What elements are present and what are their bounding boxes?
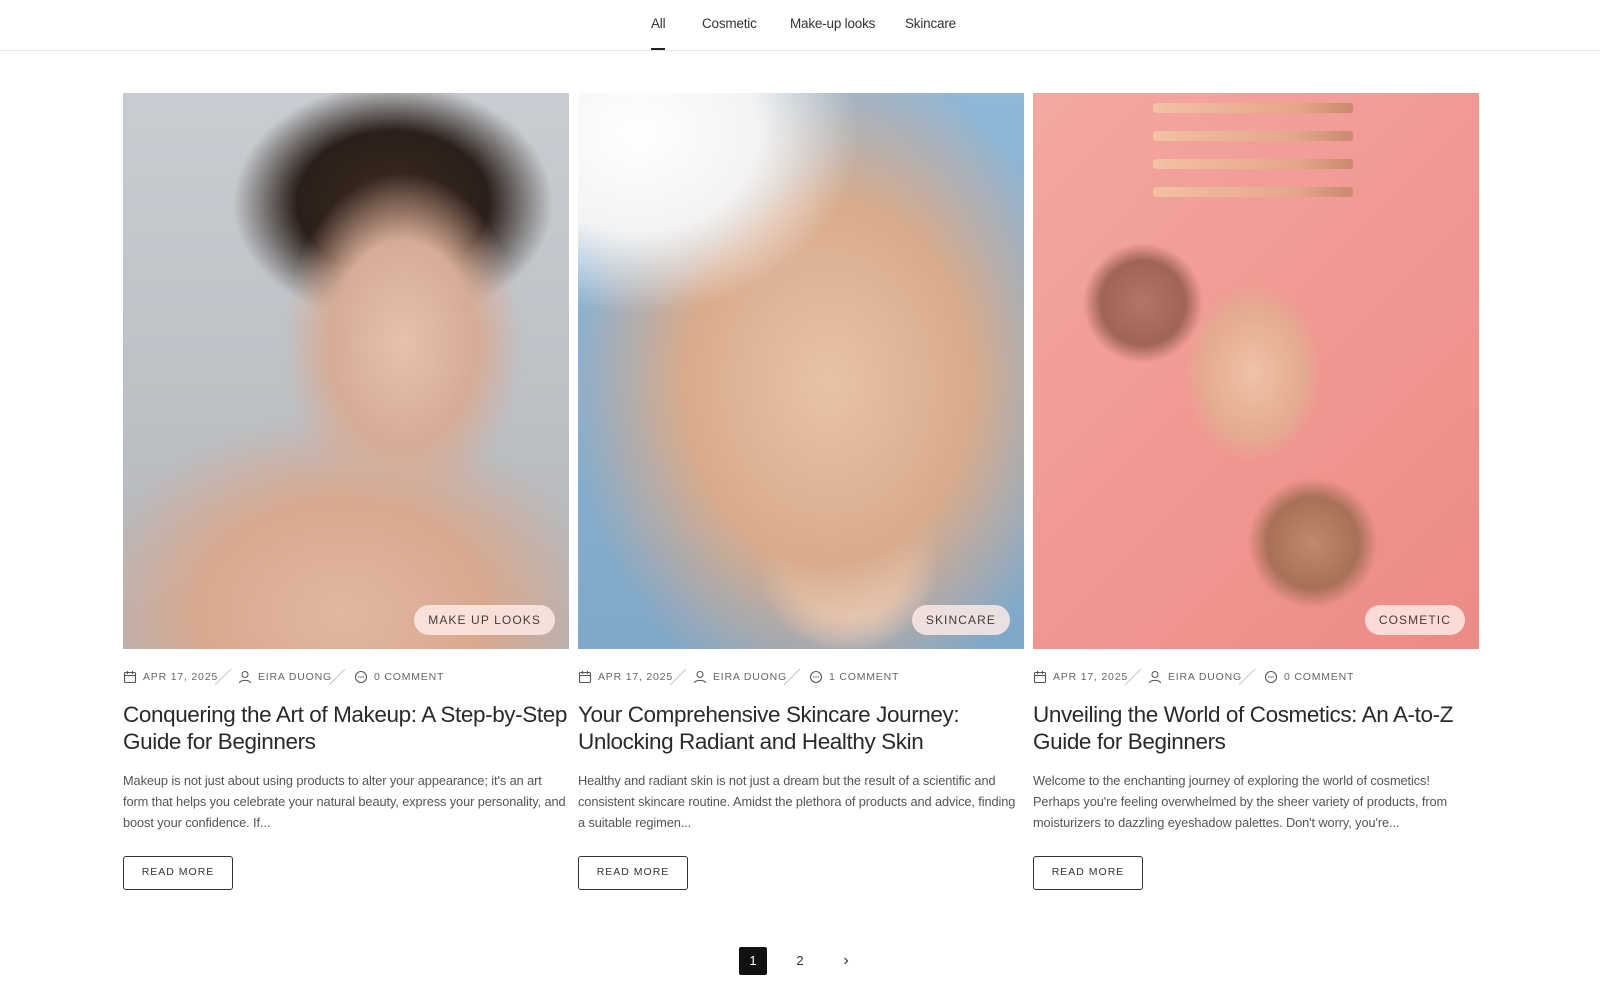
category-badge[interactable]: MAKE UP LOOKS — [414, 605, 555, 635]
read-more-button[interactable]: READ MORE — [578, 856, 688, 890]
post-card: SKINCARE APR 17, 2025 EIRA DUONG 1 COMME… — [578, 93, 1024, 890]
user-icon — [238, 670, 252, 684]
post-title[interactable]: Unveiling the World of Cosmetics: An A-t… — [1033, 701, 1479, 755]
category-badge[interactable]: SKINCARE — [911, 605, 1010, 635]
post-title[interactable]: Conquering the Art of Makeup: A Step-by-… — [123, 701, 569, 755]
lip-liner-shape — [1153, 103, 1353, 113]
post-date: APR 17, 2025 — [598, 671, 673, 683]
meta-divider — [1125, 669, 1141, 685]
meta-divider — [215, 669, 231, 685]
meta-divider — [784, 669, 800, 685]
post-card: MAKE UP LOOKS APR 17, 2025 EIRA DUONG 0 … — [123, 93, 569, 890]
page-2-button[interactable]: 2 — [786, 947, 814, 975]
calendar-icon — [578, 671, 592, 684]
user-icon — [693, 670, 707, 684]
tab-all[interactable]: All — [651, 16, 666, 50]
tab-make-up-looks[interactable]: Make-up looks — [790, 16, 875, 50]
meta-divider — [329, 669, 345, 685]
lip-liner-shape — [1153, 187, 1353, 197]
post-image[interactable]: SKINCARE — [578, 93, 1024, 649]
category-filter-bar: All Cosmetic Make-up looks Skincare — [0, 0, 1600, 51]
tab-skincare[interactable]: Skincare — [905, 16, 956, 50]
post-image[interactable]: MAKE UP LOOKS — [123, 93, 569, 649]
meta-divider — [1239, 669, 1255, 685]
post-date: APR 17, 2025 — [1053, 671, 1128, 683]
tab-cosmetic[interactable]: Cosmetic — [702, 16, 757, 50]
category-filter-tabs: All Cosmetic Make-up looks Skincare — [0, 16, 1600, 50]
chevron-right-icon[interactable]: › — [832, 947, 860, 975]
meta-divider — [670, 669, 686, 685]
user-icon — [1148, 670, 1162, 684]
lip-liner-shape — [1153, 131, 1353, 141]
post-date: APR 17, 2025 — [143, 671, 218, 683]
post-image[interactable]: COSMETIC — [1033, 93, 1479, 649]
post-meta: APR 17, 2025 EIRA DUONG 0 COMMENT — [1033, 669, 1479, 685]
post-author[interactable]: EIRA DUONG — [258, 669, 332, 685]
post-comments[interactable]: 0 COMMENT — [374, 669, 444, 685]
comment-icon — [354, 670, 368, 684]
read-more-button[interactable]: READ MORE — [123, 856, 233, 890]
post-title[interactable]: Your Comprehensive Skincare Journey: Unl… — [578, 701, 1024, 755]
post-meta: APR 17, 2025 EIRA DUONG 1 COMMENT — [578, 669, 1024, 685]
comment-icon — [809, 670, 823, 684]
post-excerpt: Welcome to the enchanting journey of exp… — [1033, 773, 1448, 830]
calendar-icon — [123, 671, 137, 684]
post-comments[interactable]: 0 COMMENT — [1284, 669, 1354, 685]
lip-liner-shape — [1153, 159, 1353, 169]
calendar-icon — [1033, 671, 1047, 684]
post-excerpt: Makeup is not just about using products … — [123, 773, 566, 830]
post-comments[interactable]: 1 COMMENT — [829, 669, 899, 685]
post-author[interactable]: EIRA DUONG — [1168, 669, 1242, 685]
post-author[interactable]: EIRA DUONG — [713, 669, 787, 685]
category-badge[interactable]: COSMETIC — [1364, 605, 1465, 635]
post-meta: APR 17, 2025 EIRA DUONG 0 COMMENT — [123, 669, 569, 685]
page-1-button[interactable]: 1 — [739, 947, 767, 975]
post-card: COSMETIC APR 17, 2025 EIRA DUONG 0 COMME… — [1033, 93, 1479, 890]
comment-icon — [1264, 670, 1278, 684]
read-more-button[interactable]: READ MORE — [1033, 856, 1143, 890]
post-excerpt: Healthy and radiant skin is not just a d… — [578, 773, 1016, 830]
